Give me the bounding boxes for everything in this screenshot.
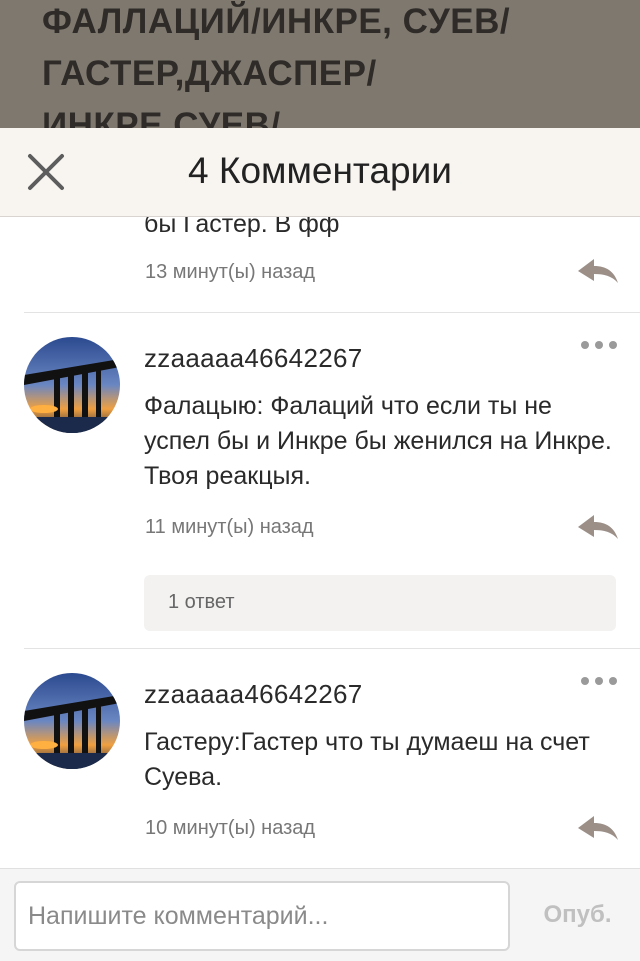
bridge-sunset-image xyxy=(24,673,120,769)
comment-timestamp: 10 минут(ы) назад xyxy=(145,817,316,839)
comment-composer: Опуб. xyxy=(0,868,640,961)
comment-text: бы Гастер. В фф xyxy=(144,217,340,238)
comments-title: 4 Комментарии xyxy=(188,150,452,191)
publish-button[interactable]: Опуб. xyxy=(530,901,625,929)
bridge-sunset-image xyxy=(24,337,120,433)
comment-text: Гастеру:Гастер что ты думаеш на счет Суе… xyxy=(144,728,590,791)
comments-list[interactable]: бы Гастер. В фф 13 минут(ы) назад zzaaaa… xyxy=(0,217,640,867)
more-options-icon[interactable] xyxy=(580,339,618,351)
reply-icon[interactable] xyxy=(576,814,620,842)
comment-username[interactable]: zzaaaaa46642267 xyxy=(144,679,362,710)
comment-username[interactable]: zzaaaaa46642267 xyxy=(144,343,362,374)
comment-timestamp: 13 минут(ы) назад xyxy=(145,261,316,283)
story-title-text: ФАЛЛАЦИЙ/ИНКРЕ, СУЕВ/ ГАСТЕР,ДЖАСПЕР/ ИН… xyxy=(42,2,511,128)
replies-count: 1 ответ xyxy=(168,591,235,613)
comment-timestamp: 11 минут(ы) назад xyxy=(145,516,314,538)
avatar[interactable] xyxy=(24,337,120,433)
reply-icon[interactable] xyxy=(576,513,620,541)
background-story-title: ФАЛЛАЦИЙ/ИНКРЕ, СУЕВ/ ГАСТЕР,ДЖАСПЕР/ ИН… xyxy=(0,0,640,128)
comment-item: zzaaaaa46642267 Гастеру:Гастер что ты ду… xyxy=(0,649,640,867)
reply-icon[interactable] xyxy=(576,257,620,285)
comment-text: Фалацыю: Фалаций что если ты не успел бы… xyxy=(144,392,612,490)
comment-input[interactable] xyxy=(14,881,510,951)
comments-header: 4 Комментарии xyxy=(0,128,640,217)
avatar[interactable] xyxy=(24,673,120,769)
comments-sheet: 4 Комментарии бы Гастер. В фф 13 минут(ы… xyxy=(0,128,640,960)
more-options-icon[interactable] xyxy=(580,675,618,687)
view-replies-button[interactable]: 1 ответ xyxy=(144,575,616,631)
